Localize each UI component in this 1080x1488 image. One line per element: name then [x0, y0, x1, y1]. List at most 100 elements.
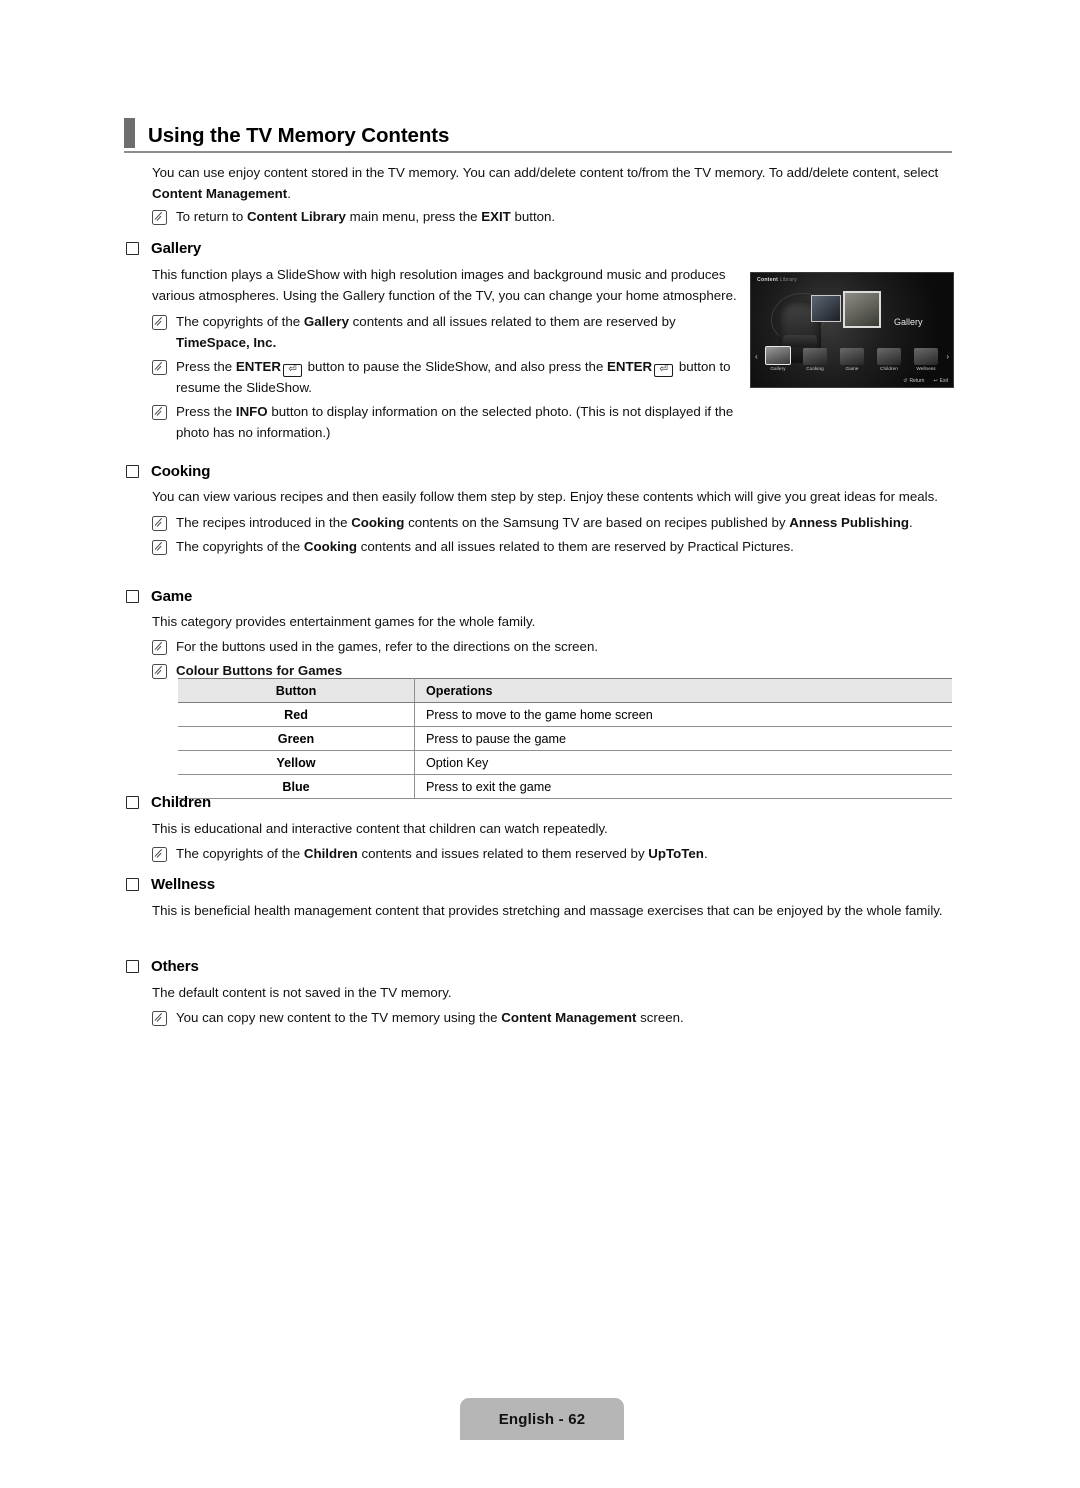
g2c: button to pause the SlideShow, and also … [303, 359, 608, 374]
gallery-note-3: Press the INFO button to display informa… [152, 401, 744, 443]
ch1e: . [703, 846, 708, 861]
table-cell-button: Green [178, 726, 415, 751]
tv-category-label: Children [880, 366, 898, 371]
table-row: Green Press to pause the game [178, 726, 952, 751]
c1c: contents on the Samsung TV are based on … [404, 515, 790, 530]
tv-exit-hint[interactable]: ↩ Exit [933, 378, 948, 384]
note-pencil-icon [152, 1011, 167, 1026]
tv-category-gallery[interactable]: Gallery [765, 346, 791, 371]
tv-category-label: Wellness [916, 366, 936, 371]
section-header-cooking: Cooking [126, 463, 210, 480]
section-title-others: Others [151, 958, 199, 975]
others-paragraph: The default content is not saved in the … [152, 985, 452, 1000]
others-note-1: You can copy new content to the TV memor… [152, 1007, 952, 1028]
g1c: contents and all issues related to them … [348, 314, 676, 329]
return-icon: ↺ [903, 378, 908, 384]
tv-category-children[interactable]: Children [876, 348, 902, 371]
gallery-note-2: Press the ENTER ⏎ button to pause the Sli… [152, 356, 744, 398]
manual-page: Using the TV Memory Contents You can use… [0, 0, 1080, 1488]
gallery-note-1-text: The copyrights of the Gallery contents a… [176, 311, 744, 353]
note-pencil-icon [152, 664, 167, 679]
section-title-children: Children [151, 794, 212, 811]
c1b: Cooking [351, 515, 405, 530]
intro-note-b: Content Library [246, 209, 346, 224]
note-pencil-icon [152, 315, 167, 330]
table-cell-operation: Option Key [414, 750, 952, 775]
page-title: Using the TV Memory Contents [148, 123, 450, 147]
o1b: Content Management [501, 1010, 637, 1025]
tv-exit-label: Exit [939, 378, 948, 384]
g1b: Gallery [303, 314, 349, 329]
intro-paragraph: You can use enjoy content stored in the … [152, 162, 940, 204]
tv-thumb-wellness-icon [914, 348, 938, 365]
section-title-wellness: Wellness [151, 876, 215, 893]
tv-breadcrumb-content: Content [757, 277, 778, 283]
children-note-1-text: The copyrights of the Children contents … [176, 843, 952, 864]
tv-category-cooking[interactable]: Cooking [802, 348, 828, 371]
intro-note-c: main menu, press the [345, 209, 482, 224]
table-col-header-button: Button [178, 678, 415, 703]
tv-picture-frame-large [843, 291, 881, 328]
section-title-cooking: Cooking [151, 463, 211, 480]
game-paragraph: This category provides entertainment gam… [152, 614, 536, 629]
note-pencil-icon [152, 360, 167, 375]
tv-picture-frame-small [811, 295, 841, 322]
children-note-1: The copyrights of the Children contents … [152, 843, 952, 864]
section-body-others: The default content is not saved in the … [152, 982, 952, 1028]
table-col-header-operations: Operations [414, 678, 952, 703]
c2a: The copyrights of the [176, 539, 304, 554]
children-paragraph: This is educational and interactive cont… [152, 821, 608, 836]
c1e: . [908, 515, 913, 530]
g3b: INFO [235, 404, 268, 419]
g1d: TimeSpace, Inc. [176, 335, 277, 350]
tv-category-strip: Gallery Cooking Game Children Wellness [751, 337, 953, 371]
g1a: The copyrights of the [176, 314, 304, 329]
g2a: Press the [176, 359, 236, 374]
ch1a: The copyrights of the [176, 846, 304, 861]
section-body-gallery: This function plays a SlideShow with hig… [152, 264, 744, 443]
tv-category-label: Cooking [806, 366, 824, 371]
tv-return-hint[interactable]: ↺ Return [903, 378, 924, 384]
intro-note-text: To return to Content Library main menu, … [176, 206, 940, 227]
cooking-note-1: The recipes introduced in the Cooking co… [152, 512, 952, 533]
table-cell-operation: Press to move to the game home screen [414, 702, 952, 727]
section-header-children: Children [126, 794, 211, 811]
section-header-wellness: Wellness [126, 876, 215, 893]
o1a: You can copy new content to the TV memor… [176, 1010, 502, 1025]
intro-note-d: EXIT [481, 209, 511, 224]
g2d: ENTER [607, 359, 653, 374]
section-header-gallery: Gallery [126, 240, 201, 257]
c2b: Cooking [303, 539, 358, 554]
g2b: ENTER [235, 359, 281, 374]
cooking-note-1-text: The recipes introduced in the Cooking co… [176, 512, 952, 533]
enter-key-icon: ⏎ [654, 364, 674, 377]
tv-thumb-gallery-icon [765, 346, 791, 365]
note-pencil-icon [152, 847, 167, 862]
c1d: Anness Publishing [789, 515, 909, 530]
g3a: Press the [176, 404, 236, 419]
ch1b: Children [303, 846, 358, 861]
table-row: Blue Press to exit the game [178, 774, 952, 799]
table-row: Yellow Option Key [178, 750, 952, 775]
tv-selected-category-title: Gallery [894, 317, 923, 327]
tv-breadcrumb: Content Library [757, 277, 797, 283]
ch1d: UpToTen [648, 846, 704, 861]
tv-category-wellness[interactable]: Wellness [913, 348, 939, 371]
c1a: The recipes introduced in the [176, 515, 352, 530]
tv-return-label: Return [909, 378, 925, 384]
note-pencil-icon [152, 210, 167, 225]
square-bullet-icon [126, 960, 139, 973]
enter-key-icon: ⏎ [282, 364, 302, 377]
section-body-game: This category provides entertainment gam… [152, 611, 952, 681]
table-cell-button: Red [178, 702, 415, 727]
page-number-label: English - 62 [498, 1410, 586, 1428]
gallery-note-3-text: Press the INFO button to display informa… [176, 401, 744, 443]
square-bullet-icon [126, 465, 139, 478]
gallery-note-2-text: Press the ENTER ⏎ button to pause the Sli… [176, 356, 744, 398]
tv-category-game[interactable]: Game [839, 348, 865, 371]
section-title-gallery: Gallery [151, 240, 202, 257]
section-header-game: Game [126, 588, 192, 605]
tv-category-label: Game [845, 366, 859, 371]
colour-buttons-table: Button Operations Red Press to move to t… [178, 678, 952, 799]
c2c: contents and all issues related to them … [357, 539, 794, 554]
